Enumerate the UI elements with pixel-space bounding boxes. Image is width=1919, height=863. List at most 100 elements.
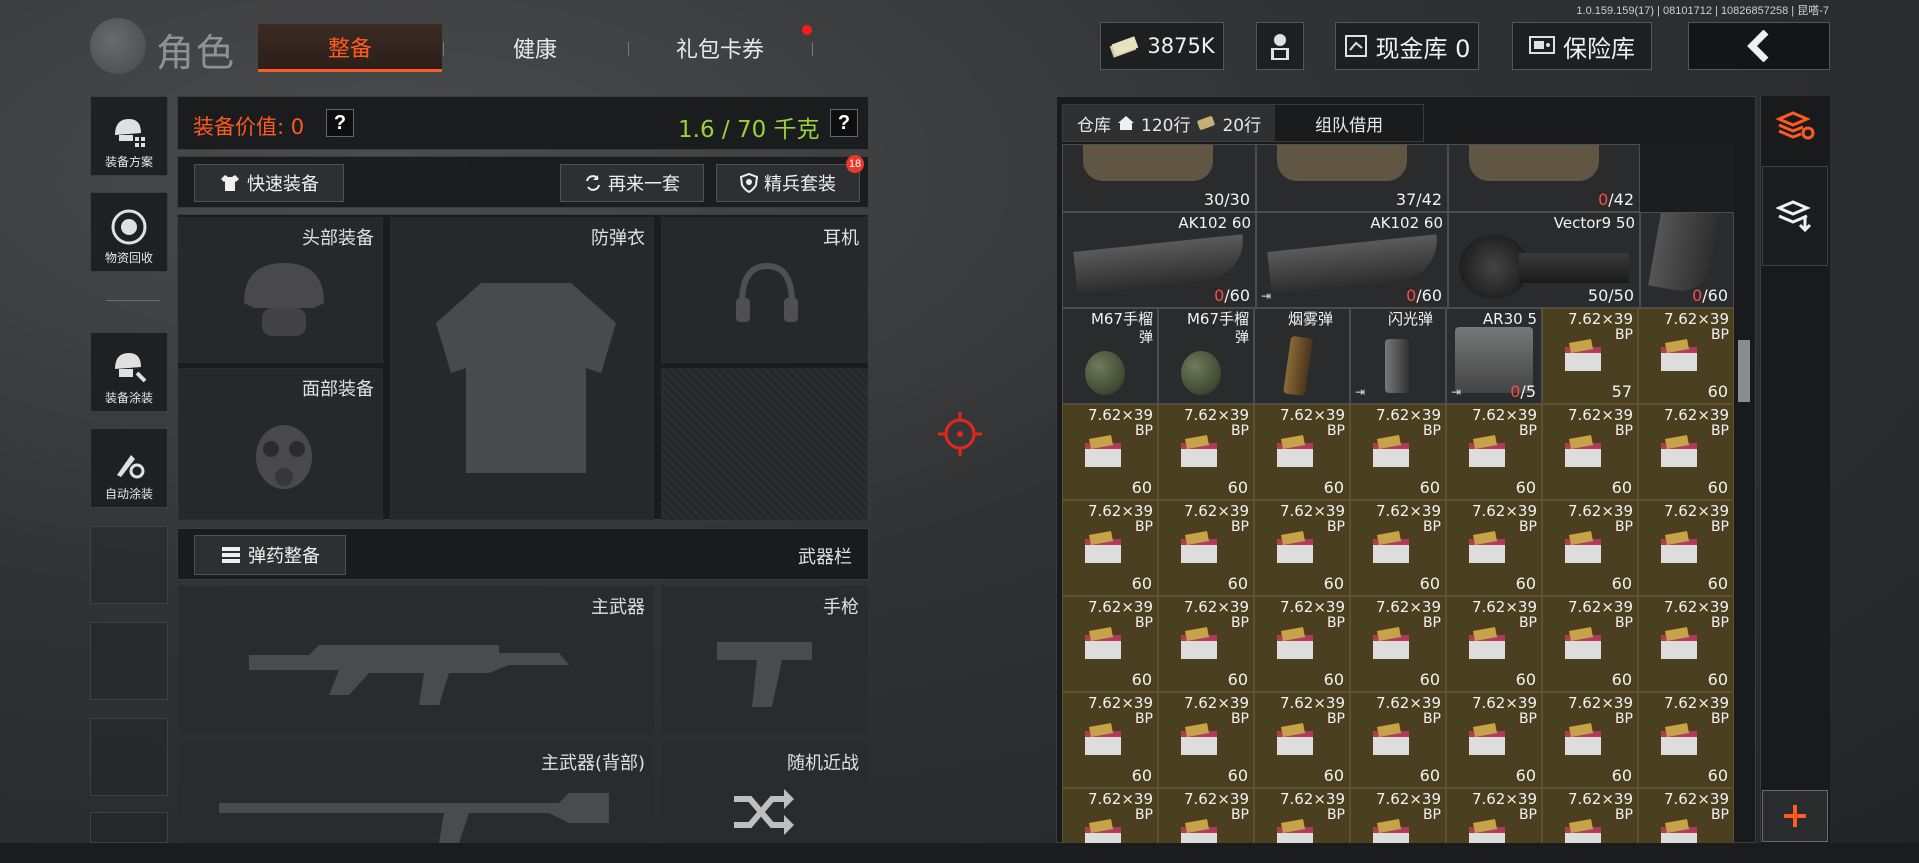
quick-equip-button[interactable]: 快速装备 [194,164,344,202]
inventory-item-ammo[interactable]: 7.62×39 BP 60 [1350,596,1446,692]
rail-divider [106,300,160,301]
elite-set-button[interactable]: 精兵套装 [716,164,860,202]
reroll-button[interactable]: 再来一套 [560,164,704,202]
inventory-item-ammo[interactable]: 7.62×39 BP 60 [1638,404,1734,500]
inventory-item-magazine[interactable]: 0/42 [1448,144,1640,212]
inventory-item-vector9-mag[interactable]: Vector9 50 50/50 [1448,212,1640,308]
cash-vault-button[interactable]: 现金库 0 [1335,22,1479,70]
inventory-item-ammo[interactable]: 7.62×39 BP 60 [1446,500,1542,596]
inventory-item-ammo[interactable]: 7.62×39 BP 60 [1254,692,1350,788]
agent-icon [1271,34,1289,60]
inventory-item-ammo[interactable]: 7.62×39 BP 60 [1638,308,1734,404]
extra-rows: 20行 [1222,115,1262,136]
inventory-item-ammo[interactable]: 7.62×39 BP 60 [1638,596,1734,692]
item-name-suffix: BP [1134,807,1153,823]
safe-box-button[interactable]: 保险库 [1512,22,1652,70]
inventory-item-ammo[interactable]: 7.62×39 BP 60 [1062,692,1158,788]
inventory-item-ammo[interactable]: 7.62×39 BP 60 [1158,404,1254,500]
inventory-item-ammo[interactable]: 7.62×39 BP [1254,788,1350,843]
item-count: 30/30 [1203,190,1250,209]
rail-loadout-plan[interactable]: 装备方案 [90,96,168,176]
inventory-item-ammo[interactable]: 7.62×39 BP [1542,788,1638,843]
inventory-item-ammo[interactable]: 7.62×39 BP [1158,788,1254,843]
inventory-item-ar30-mag[interactable]: AR30 5 ⇥ 0/5 [1446,308,1542,404]
inventory-item-ammo[interactable]: 7.62×39 BP 60 [1062,500,1158,596]
ammo-organize-button[interactable]: 弹药整备 [194,535,346,575]
inventory-item-ammo[interactable]: 7.62×39 BP [1062,788,1158,843]
inventory-item-ammo[interactable]: 7.62×39 BP 60 [1158,500,1254,596]
inventory-item-ammo[interactable]: 7.62×39 BP 57 [1542,308,1638,404]
rail-empty-slot [90,526,168,604]
inventory-item-ammo[interactable]: 7.62×39 BP 60 [1542,692,1638,788]
inventory-item-ammo[interactable]: 7.62×39 BP 60 [1446,692,1542,788]
inventory-scrollbar[interactable] [1738,340,1750,402]
inventory-item-ammo[interactable]: 7.62×39 BP 60 [1254,500,1350,596]
inventory-item-ammo[interactable]: 7.62×39 BP 60 [1158,596,1254,692]
weight-help-icon[interactable]: ? [830,109,858,137]
inventory-item-magazine[interactable]: 30/30 [1062,144,1256,212]
slot-random-melee[interactable]: 随机近战 [661,742,868,843]
item-name-suffix: BP [1134,519,1153,535]
inventory-item-ammo[interactable]: 7.62×39 BP [1350,788,1446,843]
agent-button[interactable] [1256,22,1304,70]
inventory-item-ammo[interactable]: 7.62×39 BP 60 [1254,596,1350,692]
inventory-item-flashbang[interactable]: 闪光弹 ⇥ [1350,308,1446,404]
inventory-item-ammo[interactable]: 7.62×39 BP 60 [1638,500,1734,596]
slot-primary-weapon[interactable]: 主武器 [178,586,654,734]
slot-face[interactable]: 面部装备 [178,368,383,520]
inventory-item-smoke-grenade[interactable]: 烟雾弹 [1254,308,1350,404]
elite-set-badge: 18 [846,155,864,173]
inventory-item-ak102-mag[interactable]: AK102 60 0/60 [1062,212,1256,308]
rail-recycle[interactable]: 物资回收 [90,192,168,272]
item-name-suffix: BP [1710,423,1729,439]
inventory-item-ammo[interactable]: 7.62×39 BP 60 [1542,500,1638,596]
item-name-suffix: BP [1614,423,1633,439]
layer-download-button[interactable] [1762,166,1828,266]
shield-icon [740,173,758,193]
item-name: 7.62×39 [1087,598,1153,616]
item-name-suffix: BP [1710,615,1729,631]
currency-display[interactable]: 3875K [1100,22,1224,70]
inventory-item-ak102-mag[interactable]: AK102 60 ⇥ 0/60 [1256,212,1448,308]
rifle-back-icon [219,793,609,843]
inventory-item-ammo[interactable]: 7.62×39 BP 60 [1350,404,1446,500]
item-count: 0/5 [1510,382,1536,401]
inventory-item-ammo[interactable]: 7.62×39 BP 60 [1542,596,1638,692]
inventory-item-ammo[interactable]: 7.62×39 BP 60 [1062,404,1158,500]
inventory-item-magazine[interactable]: 0/60 [1640,212,1734,308]
inventory-item-ammo[interactable]: 7.62×39 BP [1446,788,1542,843]
inventory-item-ammo[interactable]: 7.62×39 BP 60 [1542,404,1638,500]
tab-team-borrow[interactable]: 组队借用 [1275,105,1423,141]
page-title: 角色 [156,31,237,75]
inventory-item-ammo[interactable]: 7.62×39 BP 60 [1446,404,1542,500]
back-button[interactable] [1688,22,1830,70]
inventory-item-ammo[interactable]: 7.62×39 BP 60 [1062,596,1158,692]
tab-health[interactable]: 健康 [460,24,610,72]
inventory-item-ammo[interactable]: 7.62×39 BP 60 [1350,500,1446,596]
item-name: 7.62×39 [1663,310,1729,328]
inventory-item-ammo[interactable]: 7.62×39 BP 60 [1350,692,1446,788]
inventory-item-ammo[interactable]: 7.62×39 BP 60 [1638,692,1734,788]
rail-equipment-paint[interactable]: 装备涂装 [90,332,168,412]
sort-stack-button[interactable] [1762,100,1828,152]
add-button[interactable] [1762,790,1828,842]
value-help-icon[interactable]: ? [326,109,354,137]
slot-pistol[interactable]: 手枪 [661,586,868,734]
tab-gift-coupons[interactable]: 礼包卡券 [640,24,800,72]
inventory-item-ammo[interactable]: 7.62×39 BP 60 [1446,596,1542,692]
tab-warehouse[interactable]: 仓库 120行 20行 [1063,105,1276,141]
inventory-item-ammo[interactable]: 7.62×39 BP 60 [1254,404,1350,500]
slot-headset[interactable]: 耳机 [661,217,868,363]
weight-display: 1.6 / 70 千克 [678,117,820,143]
inventory-item-magazine[interactable]: 37/42 [1256,144,1448,212]
inventory-item-grenade[interactable]: M67手榴 弹 [1062,308,1158,404]
rail-auto-paint[interactable]: 自动涂装 [90,428,168,508]
inventory-item-ammo[interactable]: 7.62×39 BP [1638,788,1734,843]
slot-body-armor[interactable]: 防弹衣 [390,217,654,520]
slot-head[interactable]: 头部装备 [178,217,383,363]
tab-prepare[interactable]: 整备 [258,24,442,72]
inventory-item-grenade[interactable]: M67手榴 弹 [1158,308,1254,404]
slot-primary-weapon-back[interactable]: 主武器(背部) [178,742,654,843]
slot-label: 头部装备 [302,228,374,249]
inventory-item-ammo[interactable]: 7.62×39 BP 60 [1158,692,1254,788]
